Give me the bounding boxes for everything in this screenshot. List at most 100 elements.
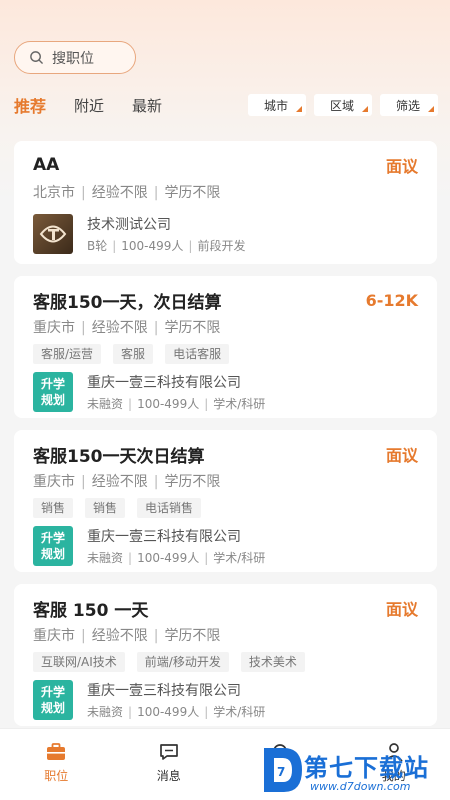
tech-logo-icon xyxy=(39,225,67,243)
job-salary: 6-12K xyxy=(365,290,418,310)
company-meta: B轮 | 100-499人 | 前段开发 xyxy=(87,239,246,253)
dropdown-corner-icon xyxy=(362,106,368,112)
company-industry: 前段开发 xyxy=(197,239,246,253)
company-row: 升学 规划 重庆一壹三科技有限公司 未融资 | 100-499人 | 学术/科研 xyxy=(33,526,418,566)
job-experience: 经验不限 xyxy=(91,474,148,490)
logo-text-line2: 规划 xyxy=(40,393,65,407)
company-size: 100-499人 xyxy=(121,239,184,253)
job-city: 北京市 xyxy=(33,185,75,201)
company-logo xyxy=(33,214,73,254)
company-industry: 学术/科研 xyxy=(213,705,266,719)
watermark-logo-icon: 7 xyxy=(264,748,302,792)
job-salary: 面议 xyxy=(385,600,418,619)
company-logo: 升学 规划 xyxy=(33,372,73,412)
filter-more-label: 筛选 xyxy=(395,98,420,113)
nav-messages-label: 消息 xyxy=(156,769,181,783)
company-row: 升学 规划 重庆一壹三科技有限公司 未融资 | 100-499人 | 学术/科研 xyxy=(33,680,418,720)
nav-messages[interactable]: 消息 xyxy=(113,729,226,800)
job-card[interactable]: 客服150一天次日结算 面议 重庆市 | 经验不限 | 学历不限 销售 销售 电话销售 … xyxy=(14,430,437,572)
search-placeholder: 搜职位 xyxy=(52,50,94,67)
logo-text-line2: 规划 xyxy=(40,701,65,715)
message-icon xyxy=(159,744,178,760)
company-meta: 未融资 | 100-499人 | 学术/科研 xyxy=(87,551,266,565)
watermark-text: 第七下载站 xyxy=(304,754,429,782)
job-tag: 电话客服 xyxy=(165,344,230,364)
nav-jobs[interactable]: 职位 xyxy=(0,729,113,800)
job-experience: 经验不限 xyxy=(91,628,148,644)
nav-jobs-label: 职位 xyxy=(44,769,69,783)
job-tags: 销售 销售 电话销售 xyxy=(33,498,418,518)
job-meta: 重庆市 | 经验不限 | 学历不限 xyxy=(33,628,221,644)
job-tag: 互联网/AI技术 xyxy=(33,652,125,672)
job-meta: 北京市 | 经验不限 | 学历不限 xyxy=(33,185,221,201)
company-industry: 学术/科研 xyxy=(213,551,266,565)
company-name: 技术测试公司 xyxy=(87,217,171,233)
filter-city-label: 城市 xyxy=(263,98,288,113)
job-city: 重庆市 xyxy=(33,320,75,336)
logo-text-line1: 升学 xyxy=(40,377,65,391)
svg-text:7: 7 xyxy=(277,765,285,779)
tab-recommended[interactable]: 推荐 xyxy=(14,93,46,117)
filter-city[interactable]: 城市 xyxy=(248,94,306,116)
job-card[interactable]: 客服150一天，次日结算 6-12K 重庆市 | 经验不限 | 学历不限 客服/运营 客… xyxy=(14,276,437,418)
job-tag: 客服 xyxy=(113,344,154,364)
logo-text-line2: 规划 xyxy=(40,547,65,561)
company-funding: 未融资 xyxy=(87,705,124,719)
company-row: 技术测试公司 B轮 | 100-499人 | 前段开发 xyxy=(33,214,418,254)
watermark: 7 第七下载站 www.d7down.com xyxy=(258,742,450,800)
search-icon xyxy=(30,51,43,64)
filter-bar: 城市 区域 筛选 xyxy=(240,94,438,116)
job-title: 客服150一天次日结算 xyxy=(33,446,205,467)
company-logo: 升学 规划 xyxy=(33,680,73,720)
job-tag: 客服/运营 xyxy=(33,344,102,364)
search-box[interactable]: 搜职位 xyxy=(14,41,136,74)
job-education: 学历不限 xyxy=(164,474,221,490)
job-title: 客服150一天，次日结算 xyxy=(33,292,222,313)
job-meta: 重庆市 | 经验不限 | 学历不限 xyxy=(33,320,221,336)
dropdown-corner-icon xyxy=(296,106,302,112)
tab-bar: 推荐 附近 最新 xyxy=(14,92,190,118)
company-size: 100-499人 xyxy=(137,397,200,411)
watermark-url: www.d7down.com xyxy=(310,780,411,793)
job-salary: 面议 xyxy=(385,157,418,176)
company-logo: 升学 规划 xyxy=(33,526,73,566)
job-salary: 面议 xyxy=(385,446,418,465)
job-city: 重庆市 xyxy=(33,628,75,644)
job-title: AA xyxy=(33,155,60,175)
company-funding: 未融资 xyxy=(87,397,124,411)
dropdown-corner-icon xyxy=(428,106,434,112)
job-education: 学历不限 xyxy=(164,185,221,201)
job-education: 学历不限 xyxy=(164,628,221,644)
job-experience: 经验不限 xyxy=(91,320,148,336)
filter-more[interactable]: 筛选 xyxy=(380,94,438,116)
tab-nearby[interactable]: 附近 xyxy=(74,95,104,116)
company-funding: B轮 xyxy=(87,239,108,253)
company-industry: 学术/科研 xyxy=(213,397,266,411)
company-funding: 未融资 xyxy=(87,551,124,565)
company-name: 重庆一壹三科技有限公司 xyxy=(87,683,241,699)
company-name: 重庆一壹三科技有限公司 xyxy=(87,375,241,391)
company-size: 100-499人 xyxy=(137,551,200,565)
job-tag: 销售 xyxy=(85,498,126,518)
company-meta: 未融资 | 100-499人 | 学术/科研 xyxy=(87,397,266,411)
company-size: 100-499人 xyxy=(137,705,200,719)
job-city: 重庆市 xyxy=(33,474,75,490)
job-tag: 前端/移动开发 xyxy=(136,652,229,672)
job-tags: 客服/运营 客服 电话客服 xyxy=(33,344,418,364)
logo-text-line1: 升学 xyxy=(40,531,65,545)
job-tags: 互联网/AI技术 前端/移动开发 技术美术 xyxy=(33,652,418,672)
tab-latest[interactable]: 最新 xyxy=(132,95,162,116)
job-tag: 技术美术 xyxy=(240,652,305,672)
company-meta: 未融资 | 100-499人 | 学术/科研 xyxy=(87,705,266,719)
filter-area-label: 区域 xyxy=(329,98,354,113)
job-meta: 重庆市 | 经验不限 | 学历不限 xyxy=(33,474,221,490)
logo-text-line1: 升学 xyxy=(40,685,65,699)
job-card[interactable]: 客服 150 一天 面议 重庆市 | 经验不限 | 学历不限 互联网/AI技术 前端/移… xyxy=(14,584,437,726)
company-name: 重庆一壹三科技有限公司 xyxy=(87,529,241,545)
job-education: 学历不限 xyxy=(164,320,221,336)
job-card[interactable]: AA 面议 北京市 | 经验不限 | 学历不限 技术测试公司 B轮 | 100-499人 | 前… xyxy=(14,141,437,264)
filter-area[interactable]: 区域 xyxy=(314,94,372,116)
job-tag: 销售 xyxy=(33,498,74,518)
company-row: 升学 规划 重庆一壹三科技有限公司 未融资 | 100-499人 | 学术/科研 xyxy=(33,372,418,412)
job-tag: 电话销售 xyxy=(137,498,202,518)
